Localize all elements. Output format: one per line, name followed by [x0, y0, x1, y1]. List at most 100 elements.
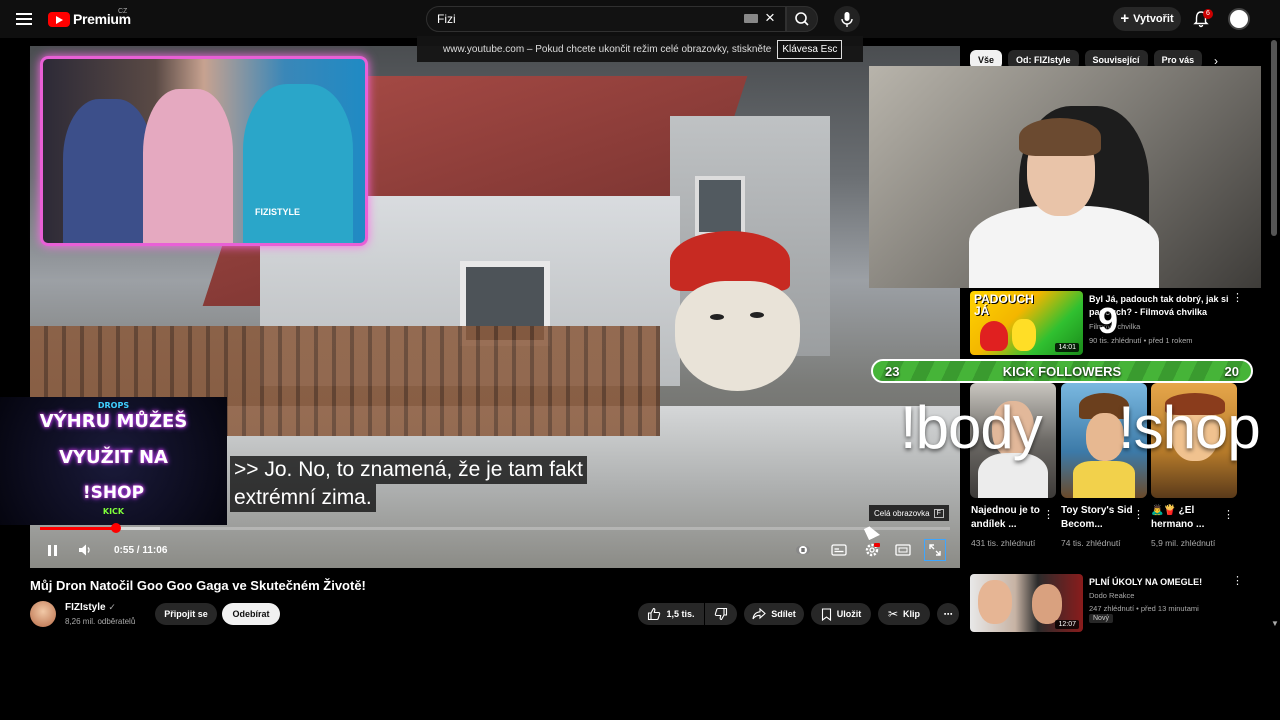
search-input[interactable]: Fizi [426, 6, 786, 32]
recommendation-item[interactable]: PADOUCH JÁ 14:01 Byl Já, padouch tak dob… [970, 291, 1270, 359]
stream-overlay-number: 9 [1098, 300, 1119, 341]
region-code: CZ [118, 8, 128, 15]
short-title[interactable]: Najednou je to andílek ... [971, 504, 1049, 532]
more-vert-icon[interactable]: ⋮ [1232, 291, 1243, 304]
video-duration: 14:01 [1055, 343, 1079, 352]
caption-line-2: extrémní zima. [230, 484, 376, 512]
share-icon [752, 608, 767, 620]
progress-bar[interactable] [40, 527, 950, 530]
like-count: 1,5 tis. [666, 609, 695, 619]
thumbnail-person [978, 580, 1012, 624]
recommendation-title[interactable]: PLNÍ ÚKOLY NA OMEGLE! [1089, 576, 1229, 589]
caption-line-1: >> Jo. No, to znamená, že je tam fakt [230, 456, 588, 484]
thumbs-down-icon [714, 607, 728, 621]
webcam-person [243, 84, 353, 243]
more-actions-button[interactable]: ⋯ [937, 603, 959, 625]
tooltip-label: Celá obrazovka [874, 508, 930, 518]
save-label: Uložit [836, 609, 862, 619]
streamer-hair [1019, 118, 1101, 156]
bookmark-icon [821, 607, 831, 621]
fullscreen-exit-notice: www.youtube.com – Pokud chcete ukončit r… [417, 36, 863, 62]
recommendation-meta: 247 zhlédnutí • před 13 minutami [1089, 604, 1199, 613]
share-button[interactable]: Sdílet [744, 603, 804, 625]
promo-line-3: !SHOP [82, 483, 145, 503]
recommendation-thumbnail[interactable]: 12:07 [970, 574, 1083, 632]
save-button[interactable]: Uložit [811, 603, 871, 625]
webcam-person [143, 89, 233, 243]
subscriber-count: 8,26 mil. odběratelů [65, 617, 136, 626]
pause-button[interactable] [44, 540, 60, 560]
create-button[interactable]: + Vytvořit [1113, 7, 1181, 31]
subscribe-button[interactable]: Odebírat [222, 603, 280, 625]
channel-name[interactable]: FIZIstyle ✓ [65, 602, 116, 613]
more-vert-icon[interactable]: ⋮ [1133, 508, 1144, 521]
verified-check-icon: ✓ [108, 602, 116, 612]
short-views: 74 tis. zhlédnutí [1061, 538, 1121, 548]
clear-search-icon[interactable]: × [762, 9, 778, 27]
page-scrollbar[interactable] [1271, 40, 1277, 236]
settings-gear-icon[interactable] [862, 540, 882, 560]
video-captions: >> Jo. No, to znamená, že je tam fakt ex… [230, 456, 588, 512]
voice-search-button[interactable] [834, 6, 860, 32]
search-button[interactable] [786, 6, 818, 32]
kick-followers-goal-bar: 23 KICK FOLLOWERS 20 [871, 359, 1253, 383]
fullscreen-notice-text: www.youtube.com – Pokud chcete ukončit r… [443, 43, 772, 55]
theater-mode-icon[interactable] [893, 540, 913, 560]
tooltip-key: F [933, 508, 944, 518]
recommendation-thumbnail[interactable]: PADOUCH JÁ 14:01 [970, 291, 1083, 355]
channel-avatar[interactable] [30, 601, 56, 627]
recommendation-channel[interactable]: Dodo Reakce [1089, 591, 1134, 600]
shop-promo-overlay: DROPS VÝHRU MŮŽEŠ VYUŽIT NA !SHOP KICK [0, 397, 227, 525]
progress-played [40, 527, 116, 530]
stream-command-body: !body [900, 394, 1043, 461]
thumbnail-text: PADOUCH JÁ [974, 292, 1034, 318]
fullscreen-tooltip: Celá obrazovka F [869, 505, 949, 521]
webcam-person [63, 99, 153, 243]
thumbs-up-icon [648, 607, 661, 621]
like-button[interactable]: 1,5 tis. [638, 603, 704, 625]
account-avatar[interactable] [1228, 8, 1250, 30]
more-vert-icon[interactable]: ⋮ [1232, 574, 1243, 587]
more-vert-icon[interactable]: ⋮ [1043, 508, 1054, 521]
video-frame-window [695, 176, 745, 236]
time-display: 0:55 / 11:06 [114, 544, 168, 556]
new-badge: Nový [1089, 614, 1113, 623]
notification-count-badge: 6 [1203, 9, 1213, 19]
recommendation-item[interactable]: 12:07 PLNÍ ÚKOLY NA OMEGLE! Dodo Reakce … [970, 574, 1270, 632]
keyboard-icon[interactable] [744, 14, 758, 23]
clip-button[interactable]: ✂ Klip [878, 603, 930, 625]
exit-fullscreen-icon[interactable] [924, 539, 946, 561]
plus-icon: + [1120, 10, 1130, 27]
youtube-premium-logo[interactable]: Premium CZ [48, 8, 131, 29]
microphone-icon [841, 12, 853, 27]
streamer-webcam-overlay [869, 66, 1261, 288]
subtitles-icon[interactable] [829, 540, 849, 560]
autoplay-toggle-icon[interactable] [793, 540, 813, 560]
progress-scrubber-handle[interactable] [111, 523, 121, 533]
short-views: 431 tis. zhlédnutí [971, 538, 1036, 548]
search-icon [795, 12, 809, 26]
kick-current-count: 23 [885, 363, 900, 379]
dislike-button[interactable] [705, 603, 737, 625]
scissors-icon: ✂ [887, 607, 899, 621]
join-button[interactable]: Připojit se [155, 603, 217, 625]
reaction-webcam-overlay: FIZISTYLE [40, 56, 368, 246]
kick-goal-label: KICK FOLLOWERS [1002, 363, 1122, 379]
scroll-down-icon[interactable]: ▼ [1271, 619, 1279, 628]
video-frame-santa-face [675, 281, 800, 391]
video-frame-santa-eye [710, 314, 724, 320]
short-title[interactable]: Toy Story's Sid Becom... [1061, 504, 1139, 532]
stream-command-shop: !shop [1118, 394, 1261, 461]
volume-icon[interactable] [76, 540, 94, 560]
short-title[interactable]: 🙇‍♂️🍟 ¿El hermano ... [1151, 504, 1229, 532]
thumbnail-character [980, 321, 1008, 351]
video-title: Můj Dron Natočil Goo Goo Gaga ve Skutečn… [30, 578, 366, 593]
menu-icon[interactable] [14, 9, 34, 29]
create-label: Vytvořit [1133, 13, 1174, 25]
thumbnail-character [1012, 319, 1036, 351]
more-vert-icon[interactable]: ⋮ [1223, 508, 1234, 521]
short-shirt [1073, 461, 1135, 498]
promo-line-1: VÝHRU MŮŽEŠ [39, 411, 188, 432]
promo-top-text: DROPS [97, 401, 130, 410]
kick-goal-count: 20 [1224, 363, 1239, 379]
